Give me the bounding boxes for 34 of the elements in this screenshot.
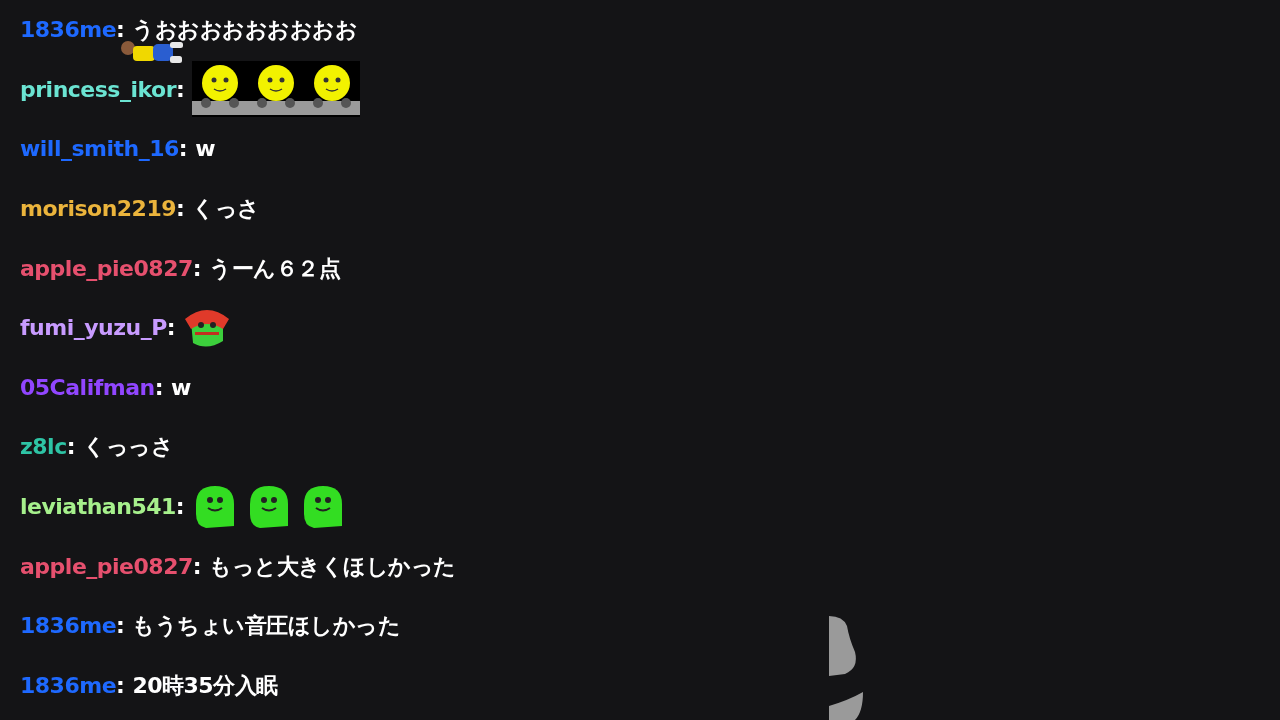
colon: :	[176, 195, 185, 224]
colon: :	[192, 254, 202, 283]
username[interactable]: 1836me	[20, 668, 117, 702]
message-text: もっと大きくほしかった	[209, 552, 456, 581]
colon: :	[154, 373, 163, 402]
message-text: もうちょい音圧ほしかった	[132, 612, 401, 641]
username[interactable]: leviathan541	[20, 490, 176, 524]
colon: :	[178, 135, 188, 164]
username[interactable]: fumi_yuzu_P	[20, 311, 167, 345]
colon: :	[176, 75, 185, 104]
message-text: うおおおおおおおおお	[132, 16, 358, 45]
username[interactable]: apple_pie0827	[20, 251, 193, 285]
message-text: w	[195, 135, 215, 164]
username[interactable]: princess_ikor	[20, 72, 176, 106]
message-text: うーん６２点	[209, 254, 341, 283]
username[interactable]: 1836me	[20, 13, 117, 47]
message-text: w	[171, 373, 191, 402]
colon: :	[192, 552, 202, 581]
colon: :	[66, 433, 75, 462]
smiley-emote-icon	[192, 61, 361, 118]
colon: :	[116, 612, 125, 641]
username[interactable]: will_smith_16	[20, 132, 179, 166]
message-text: 20時35分入眠	[132, 671, 278, 700]
colon: :	[116, 671, 125, 700]
colon: :	[116, 16, 125, 45]
username[interactable]: z8lc	[20, 430, 67, 464]
username[interactable]: 1836me	[20, 609, 117, 643]
colon: :	[166, 314, 176, 343]
message-text: くっさ	[192, 195, 260, 224]
message-text: くっっさ	[83, 433, 173, 462]
username[interactable]: apple_pie0827	[20, 549, 193, 583]
username[interactable]: morison2219	[20, 192, 177, 226]
colon: :	[175, 493, 185, 522]
username[interactable]: 05Califman	[20, 370, 155, 404]
